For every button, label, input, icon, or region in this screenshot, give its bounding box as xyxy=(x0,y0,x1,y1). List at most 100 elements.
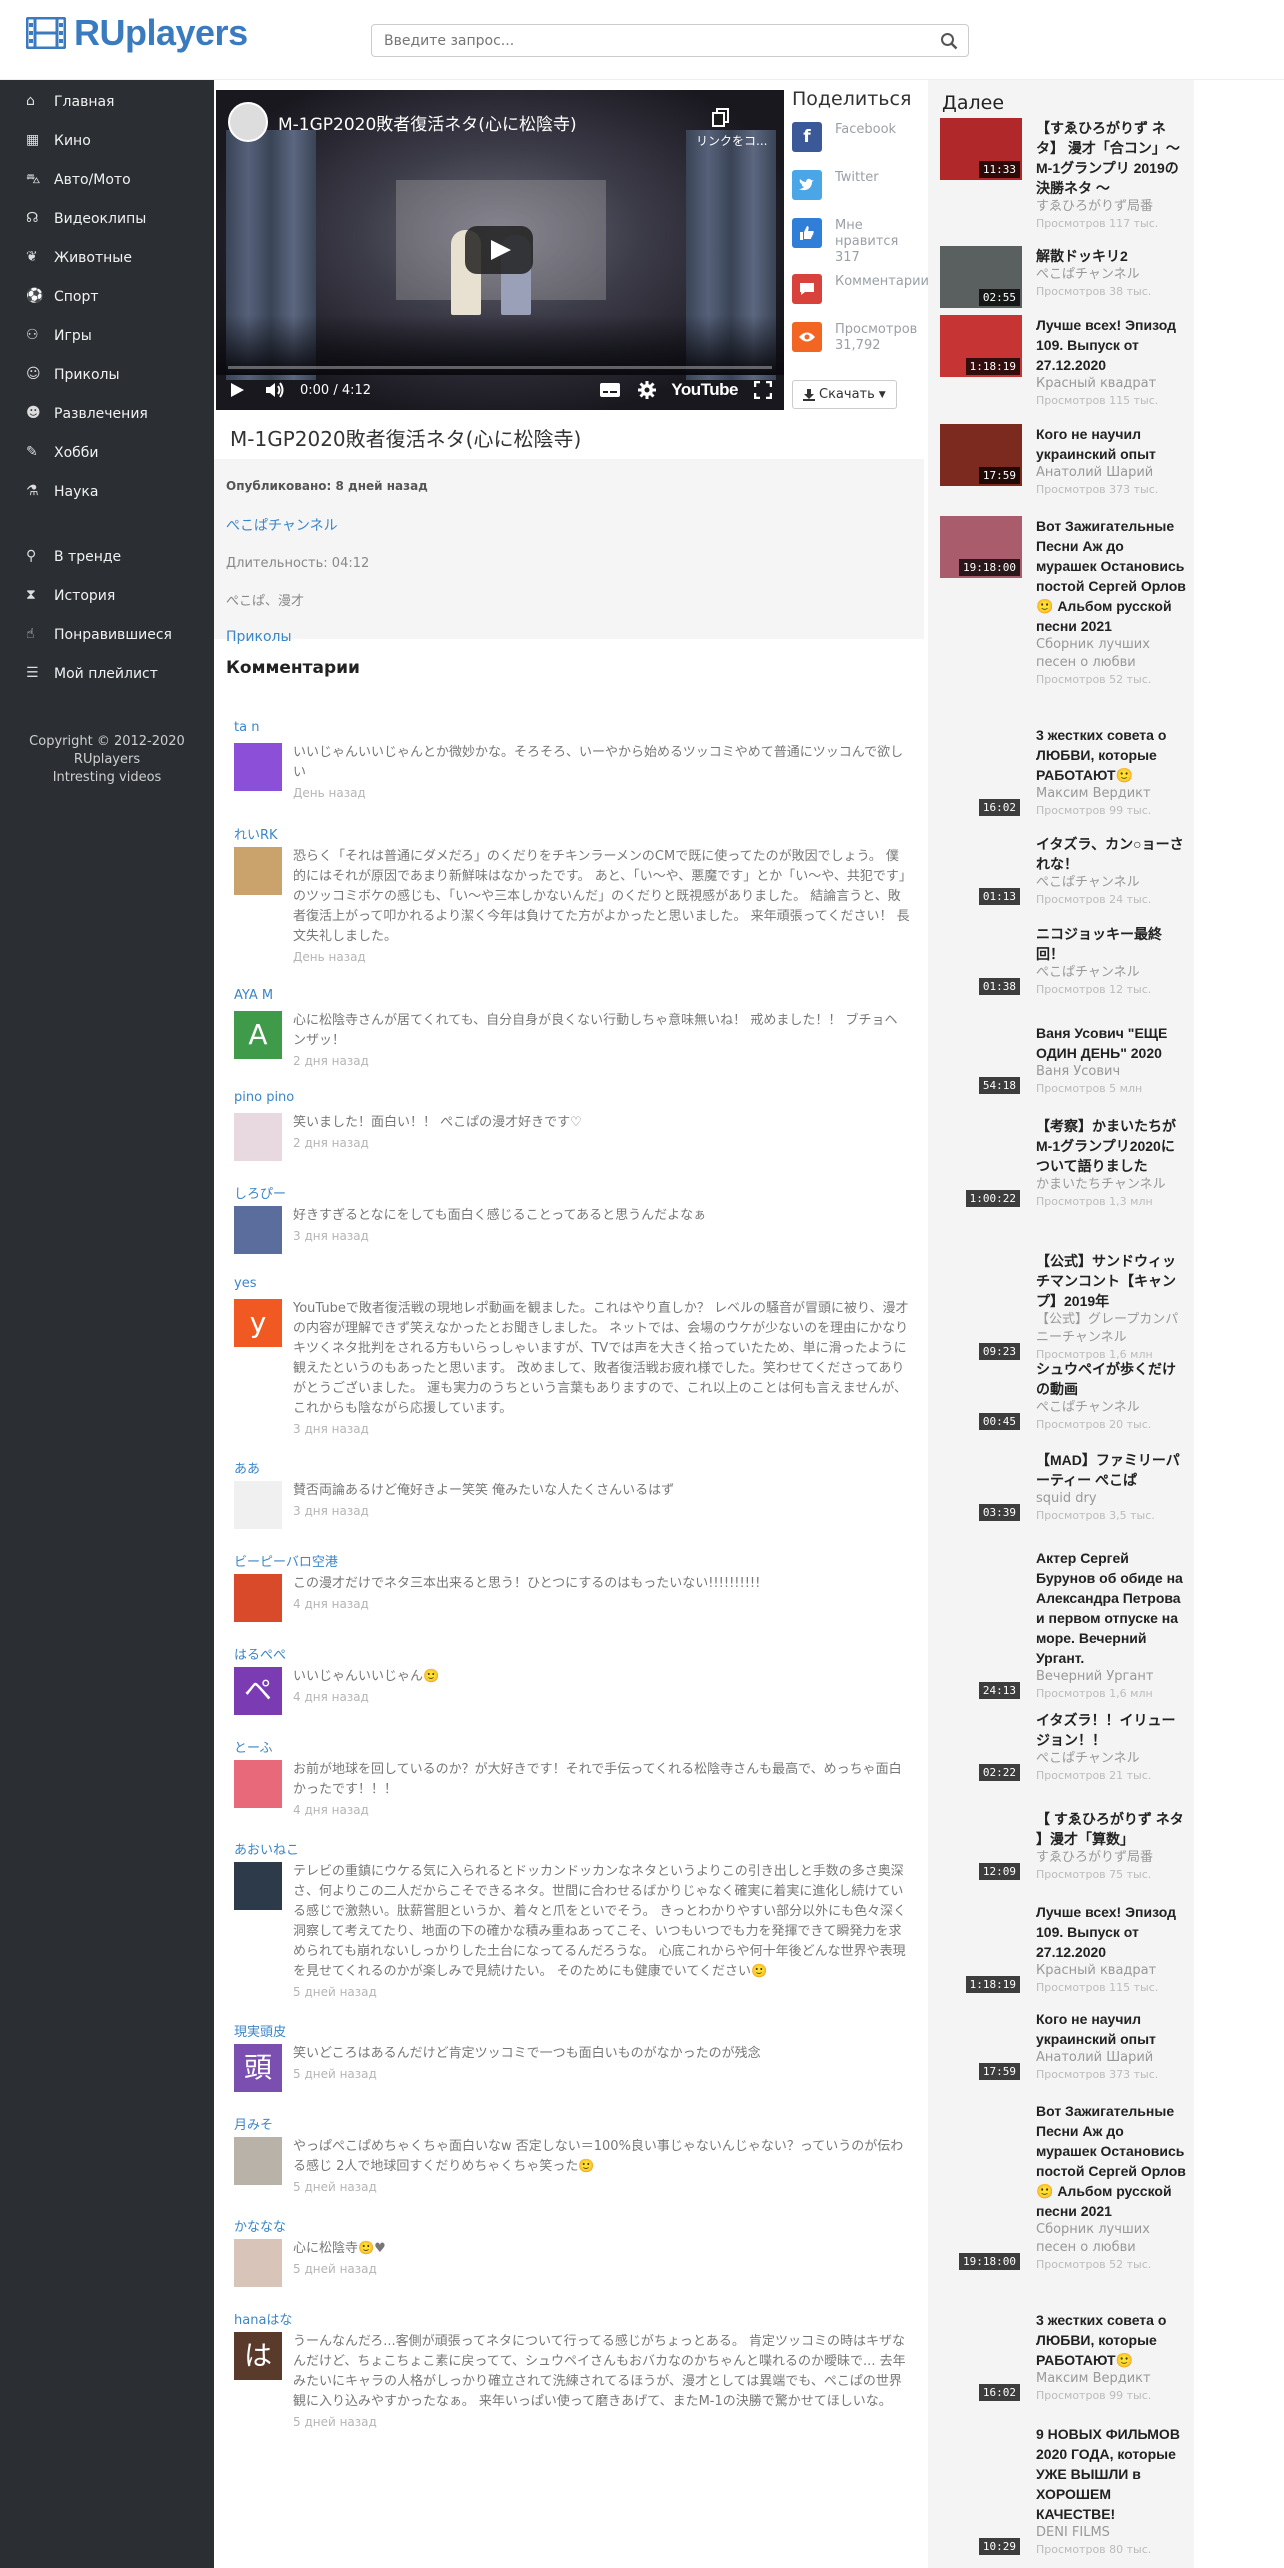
comment-avatar[interactable]: A xyxy=(234,1011,282,1059)
comment-author[interactable]: はるぺぺ xyxy=(234,1644,910,1663)
related-video-item[interactable]: 16:02 3 жестких совета о ЛЮБВИ, которые Р… xyxy=(940,725,1190,818)
video-thumbnail[interactable]: 54:18 xyxy=(940,1034,1022,1096)
comment-avatar[interactable] xyxy=(234,743,282,791)
comment-author[interactable]: しろぴー xyxy=(234,1183,910,1202)
comment-avatar[interactable] xyxy=(234,847,282,895)
video-thumbnail[interactable]: 10:29 xyxy=(940,2495,1022,2557)
comment-avatar[interactable]: はな xyxy=(234,2332,282,2420)
comment-avatar[interactable]: y xyxy=(234,1299,282,1347)
comment-author[interactable]: 現実頭皮 xyxy=(234,2021,910,2040)
related-video-item[interactable]: 1:18:19 Лучше всех! Эпизод 109. Выпуск от… xyxy=(940,315,1190,408)
related-video-item[interactable]: 1:00:22 【考察】かまいたちがM-1グランプリ2020について語りました かま… xyxy=(940,1116,1190,1209)
video-thumbnail[interactable]: 17:59 xyxy=(940,424,1022,486)
subtitles-icon[interactable] xyxy=(599,382,621,398)
related-video-item[interactable]: 54:18 Ваня Усович "ЕЩЕ ОДИН ДЕНЬ" 2020 Ван… xyxy=(940,1023,1190,1096)
related-video-item[interactable]: 24:13 Актер Сергей Бурунов об обиде на Ал… xyxy=(940,1548,1190,1701)
video-thumbnail[interactable]: 03:39 xyxy=(940,1461,1022,1523)
copy-link-label[interactable]: リンクをコ... xyxy=(696,132,767,149)
sidebar-item-3[interactable]: ☊ Видеоклипы xyxy=(0,199,214,238)
related-video-item[interactable]: 11:33 【すゑひろがりず ネタ】 漫才「合コン」〜 M-1グランプリ 2019… xyxy=(940,118,1190,231)
video-player[interactable]: M-1GP2020敗者復活ネタ(心に松陰寺) リンクをコ... 0:00 / 4… xyxy=(216,90,784,410)
video-thumbnail[interactable]: 09:23 xyxy=(940,1300,1022,1362)
channel-avatar[interactable] xyxy=(228,102,268,142)
related-video-title[interactable]: ニコジョッキー最終回！ xyxy=(1036,924,1186,964)
related-video-title[interactable]: 3 жестких совета о ЛЮБВИ, которые РАБОТА… xyxy=(1036,2310,1186,2370)
related-video-item[interactable]: 17:59 Кого не научил украинский опыт Анато… xyxy=(940,424,1190,497)
related-video-item[interactable]: 19:18:00 Вот Зажигательные Песни Аж до му… xyxy=(940,2101,1190,2272)
sidebar-item-2[interactable]: ⛍ Авто/Мото xyxy=(0,160,214,199)
related-video-title[interactable]: 解散ドッキリ2 xyxy=(1036,246,1186,266)
video-thumbnail[interactable]: 24:13 xyxy=(940,1639,1022,1701)
comment-author[interactable]: ビーピーバロ空港 xyxy=(234,1551,910,1570)
fullscreen-icon[interactable] xyxy=(754,381,772,399)
sidebar-item-sec-3[interactable]: ☰ Мой плейлист xyxy=(0,654,214,693)
play-button[interactable] xyxy=(465,226,533,274)
video-thumbnail[interactable]: 16:02 xyxy=(940,756,1022,818)
progress-bar[interactable] xyxy=(228,366,772,369)
related-video-item[interactable]: 16:02 3 жестких совета о ЛЮБВИ, которые Р… xyxy=(940,2310,1190,2403)
related-video-title[interactable]: 【 すゑひろがりず ネタ 】漫才「算数」 xyxy=(1036,1809,1186,1849)
video-thumbnail[interactable]: 19:18:00 xyxy=(940,516,1022,578)
related-video-item[interactable]: 17:59 Кого не научил украинский опыт Анато… xyxy=(940,2009,1190,2082)
channel-link[interactable]: ぺこぱチャンネル xyxy=(226,515,912,535)
comment-author[interactable]: pino pino xyxy=(234,1090,910,1108)
video-thumbnail[interactable]: 1:18:19 xyxy=(940,315,1022,377)
video-thumbnail[interactable]: 1:18:19 xyxy=(940,1933,1022,1995)
comment-avatar[interactable] xyxy=(234,2137,282,2185)
comment-avatar[interactable]: ペペ xyxy=(234,1667,282,1755)
comment-author[interactable]: AYA M xyxy=(234,988,910,1006)
category-link[interactable]: Приколы xyxy=(226,629,912,645)
share-facebook[interactable]: f Facebook xyxy=(792,122,924,170)
comment-author[interactable]: 月みそ xyxy=(234,2114,910,2133)
comment-avatar[interactable] xyxy=(234,1481,282,1529)
video-thumbnail[interactable]: 00:45 xyxy=(940,1370,1022,1432)
related-video-item[interactable]: 03:39 【MAD】ファミリーパーティー ぺこぱ squid dry Просмот… xyxy=(940,1450,1190,1523)
sidebar-item-10[interactable]: ⚗ Наука xyxy=(0,472,214,511)
sidebar-item-4[interactable]: ❦ Животные xyxy=(0,238,214,277)
related-video-item[interactable]: 01:13 イタズラ、カン○ョーされな！ ぺこぱチャンネル Просмотров 24… xyxy=(940,834,1190,907)
related-video-title[interactable]: 【すゑひろがりず ネタ】 漫才「合コン」〜 M-1グランプリ 2019の 決勝ネ… xyxy=(1036,118,1186,198)
related-video-item[interactable]: 1:18:19 Лучше всех! Эпизод 109. Выпуск от… xyxy=(940,1902,1190,1995)
related-video-title[interactable]: 【考察】かまいたちがM-1グランプリ2020について語りました xyxy=(1036,1116,1186,1176)
video-thumbnail[interactable]: 01:38 xyxy=(940,935,1022,997)
comment-avatar[interactable]: 頭皮 xyxy=(234,2044,282,2132)
sidebar-item-9[interactable]: ✎ Хобби xyxy=(0,433,214,472)
comment-avatar[interactable] xyxy=(234,2239,282,2287)
related-video-title[interactable]: Лучше всех! Эпизод 109. Выпуск от 27.12.… xyxy=(1036,315,1186,375)
sidebar-item-sec-1[interactable]: ⧗ История xyxy=(0,576,214,615)
sidebar-item-sec-0[interactable]: ⚲ В тренде xyxy=(0,537,214,576)
related-video-title[interactable]: イタズラ、カン○ョーされな！ xyxy=(1036,834,1186,874)
sidebar-item-sec-2[interactable]: ☝ Понравившиеся xyxy=(0,615,214,654)
sidebar-item-5[interactable]: ⚽ Спорт xyxy=(0,277,214,316)
related-video-title[interactable]: イタズラ！！イリュージョン！！ xyxy=(1036,1710,1186,1750)
video-thumbnail[interactable]: 19:18:00 xyxy=(940,2210,1022,2272)
related-video-item[interactable]: 12:09 【 すゑひろがりず ネタ 】漫才「算数」 すゑひろがりず局番 Просмо… xyxy=(940,1809,1190,1882)
comment-author[interactable]: ああ xyxy=(234,1458,910,1477)
play-icon[interactable] xyxy=(228,381,246,399)
youtube-logo[interactable]: YouTube xyxy=(671,380,738,400)
video-thumbnail[interactable]: 02:22 xyxy=(940,1721,1022,1783)
related-video-title[interactable]: Лучше всех! Эпизод 109. Выпуск от 27.12.… xyxy=(1036,1902,1186,1962)
settings-gear-icon[interactable] xyxy=(637,380,657,400)
comment-author[interactable]: あおいねこ xyxy=(234,1839,910,1858)
related-video-title[interactable]: Вот Зажигательные Песни Аж до мурашек Ос… xyxy=(1036,2101,1186,2221)
comment-avatar[interactable] xyxy=(234,1113,282,1161)
comment-avatar[interactable] xyxy=(234,1574,282,1622)
video-thumbnail[interactable]: 17:59 xyxy=(940,2020,1022,2082)
related-video-title[interactable]: シュウペイが歩くだけの動画 xyxy=(1036,1359,1186,1399)
related-video-title[interactable]: 9 НОВЫХ ФИЛЬМОВ 2020 ГОДА, которые УЖЕ В… xyxy=(1036,2424,1186,2524)
share-like[interactable]: Мне нравится 317 xyxy=(792,218,924,274)
related-video-item[interactable]: 19:18:00 Вот Зажигательные Песни Аж до му… xyxy=(940,516,1190,687)
related-video-title[interactable]: Ваня Усович "ЕЩЕ ОДИН ДЕНЬ" 2020 xyxy=(1036,1023,1186,1063)
comment-author[interactable]: ta n xyxy=(234,720,910,738)
comment-author[interactable]: かななな xyxy=(234,2216,910,2235)
sidebar-item-0[interactable]: ⌂ Главная xyxy=(0,82,214,121)
related-video-item[interactable]: 02:55 解散ドッキリ2 ぺこぱチャンネル Просмотров 38 тыс. xyxy=(940,246,1190,308)
video-thumbnail[interactable]: 12:09 xyxy=(940,1820,1022,1882)
sidebar-item-6[interactable]: ⚇ Игры xyxy=(0,316,214,355)
related-video-item[interactable]: 02:22 イタズラ！！イリュージョン！！ ぺこぱチャンネル Просмотров 2… xyxy=(940,1710,1190,1783)
volume-icon[interactable] xyxy=(264,381,286,399)
site-logo[interactable]: RUplayers xyxy=(26,12,248,54)
related-video-item[interactable]: 09:23 【公式】サンドウィッチマンコント【キャンプ】2019年 【公式】グレープ… xyxy=(940,1251,1190,1362)
related-video-item[interactable]: 10:29 9 НОВЫХ ФИЛЬМОВ 2020 ГОДА, которые … xyxy=(940,2424,1190,2557)
